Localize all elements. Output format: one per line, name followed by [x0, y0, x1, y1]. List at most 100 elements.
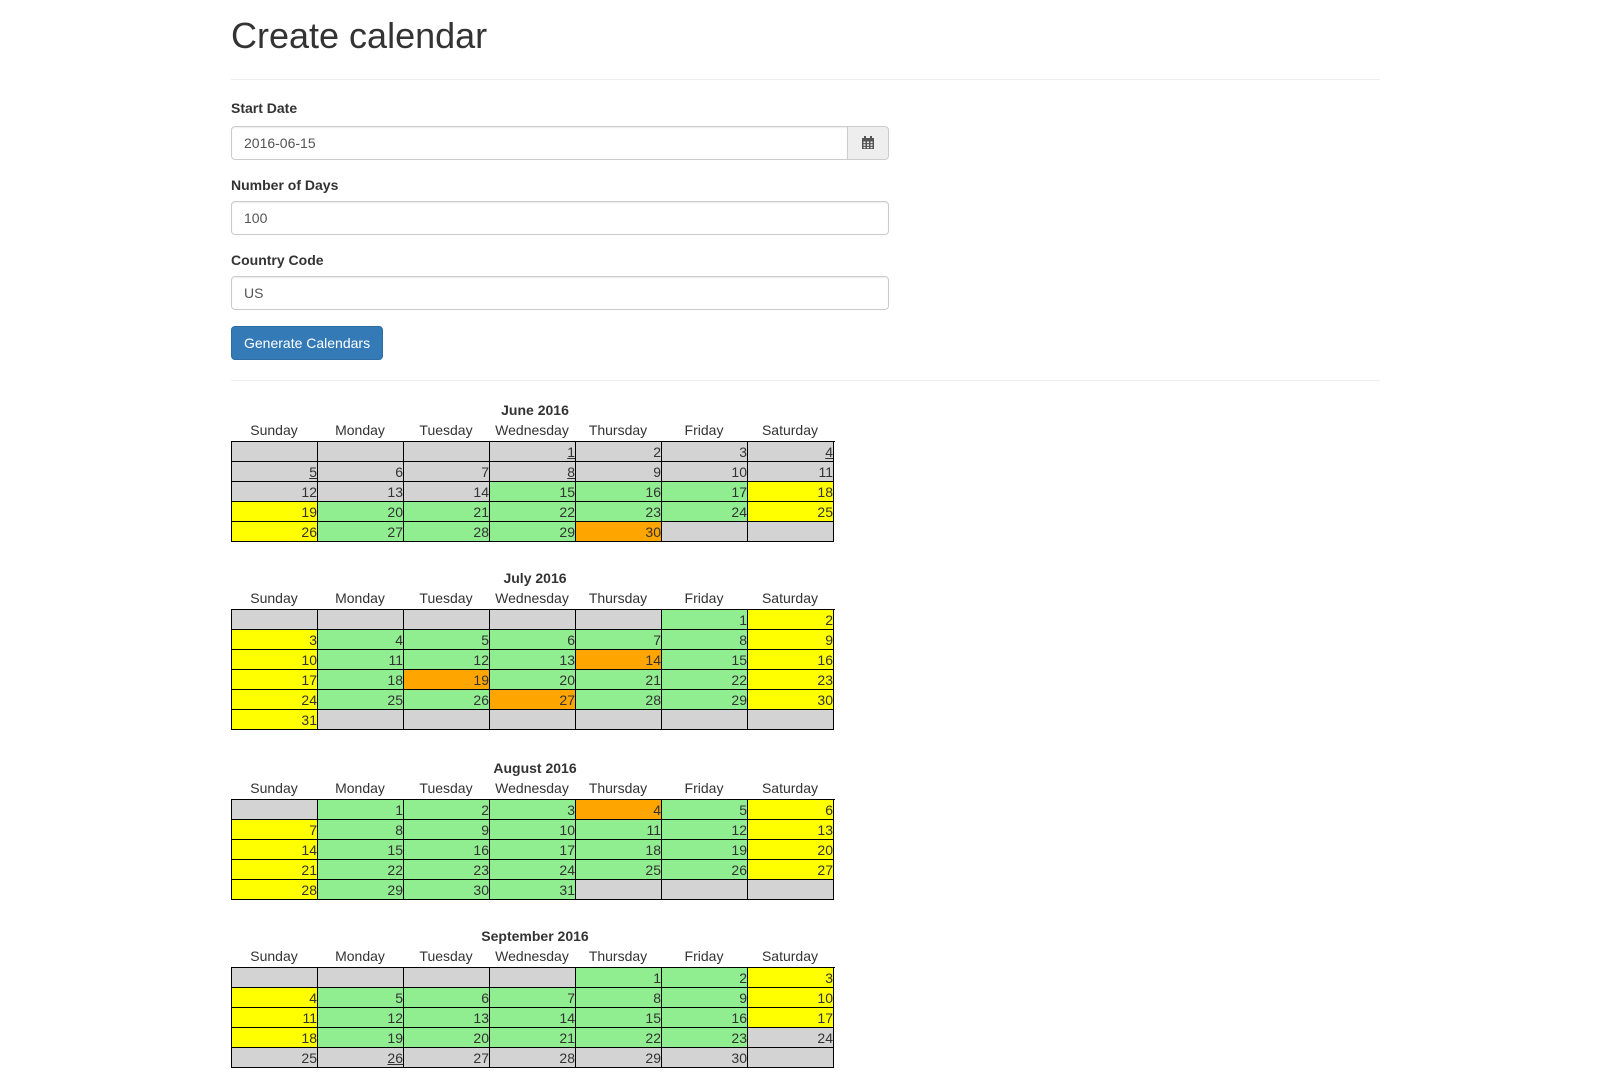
day-cell: 27 [490, 690, 576, 710]
calendar-picker-button[interactable] [847, 126, 889, 160]
start-date-input[interactable] [231, 126, 848, 160]
day-cell: 10 [748, 988, 834, 1008]
divider [231, 380, 1380, 381]
weekday-label: Thursday [588, 780, 648, 796]
day-cell: 8 [318, 820, 404, 840]
day-cell: 4 [232, 988, 318, 1008]
day-cell: 22 [576, 1028, 662, 1048]
day-cell: 15 [490, 482, 576, 502]
day-cell: 21 [404, 502, 490, 522]
day-cell: 11 [748, 462, 834, 482]
empty-day-cell [662, 710, 748, 730]
day-cell: 17 [748, 1008, 834, 1028]
day-cell: 11 [232, 1008, 318, 1028]
empty-day-cell [490, 968, 576, 988]
day-cell: 30 [748, 690, 834, 710]
day-cell: 16 [576, 482, 662, 502]
weekday-label: Saturday [761, 422, 819, 438]
empty-day-cell [576, 610, 662, 630]
day-cell: 28 [490, 1048, 576, 1068]
day-cell: 17 [232, 670, 318, 690]
day-cell: 6 [318, 462, 404, 482]
weekday-label: Saturday [761, 948, 819, 964]
empty-day-cell [490, 710, 576, 730]
start-date-label: Start Date [231, 100, 298, 116]
empty-day-cell [662, 880, 748, 900]
day-cell: 13 [748, 820, 834, 840]
weekday-label: Monday [335, 948, 385, 964]
weekday-label: Friday [684, 422, 724, 438]
day-cell: 31 [232, 710, 318, 730]
day-cell: 16 [404, 840, 490, 860]
day-cell: 23 [748, 670, 834, 690]
weekday-label: Wednesday [495, 948, 569, 964]
number-of-days-input[interactable] [231, 201, 889, 235]
day-cell: 25 [232, 1048, 318, 1068]
day-cell: 15 [318, 840, 404, 860]
generate-calendars-button[interactable]: Generate Calendars [231, 326, 384, 360]
page-title: Create calendar [231, 15, 488, 56]
weekday-label: Saturday [761, 590, 819, 606]
day-cell: 23 [576, 502, 662, 522]
month-calendar: September 2016 Sunday Monday Tuesday Wednesd… [231, 926, 839, 1068]
day-cell: 5 [404, 630, 490, 650]
day-cell: 29 [490, 522, 576, 542]
day-cell: 9 [662, 988, 748, 1008]
empty-day-cell [404, 968, 490, 988]
weekday-header: Sunday Monday Tuesday Wednesday Thursday Frid… [231, 778, 839, 799]
day-cell: 25 [748, 502, 834, 522]
month-title: September 2016 [481, 928, 589, 944]
day-cell: 29 [576, 1048, 662, 1068]
calendar-icon [862, 136, 874, 149]
weekday-label: Friday [684, 780, 724, 796]
day-cell: 25 [318, 690, 404, 710]
country-code-input[interactable] [231, 276, 889, 310]
day-cell: 17 [490, 840, 576, 860]
empty-day-cell [318, 610, 404, 630]
day-cell: 18 [232, 1028, 318, 1048]
day-cell: 24 [232, 690, 318, 710]
weekday-label: Tuesday [419, 590, 473, 606]
weekday-label: Monday [335, 422, 385, 438]
weekday-label: Thursday [588, 422, 648, 438]
day-cell: 10 [662, 462, 748, 482]
day-cell: 18 [576, 840, 662, 860]
weekday-label: Sunday [250, 590, 298, 606]
empty-day-cell [318, 710, 404, 730]
day-cell: 25 [576, 860, 662, 880]
day-cell: 21 [576, 670, 662, 690]
day-cell: 28 [404, 522, 490, 542]
day-cell: 19 [232, 502, 318, 522]
weekday-label: Tuesday [419, 780, 473, 796]
weekday-header: Sunday Monday Tuesday Wednesday Thursday Frid… [231, 588, 839, 609]
day-cell: 10 [490, 820, 576, 840]
day-cell: 22 [662, 670, 748, 690]
day-cell: 4 [318, 630, 404, 650]
day-cell: 5 [232, 462, 318, 482]
day-cell: 11 [576, 820, 662, 840]
weekday-label: Wednesday [495, 780, 569, 796]
day-cell: 10 [232, 650, 318, 670]
month-grid: 1 2 3 4 5 6 7 8 9 10 11 12 13 14 15 16 17 18 19 20 21 22 23 24 2… [231, 441, 835, 542]
day-cell: 3 [662, 442, 748, 462]
empty-day-cell [576, 710, 662, 730]
day-cell: 19 [318, 1028, 404, 1048]
day-cell: 15 [576, 1008, 662, 1028]
weekday-label: Monday [335, 590, 385, 606]
day-cell: 15 [662, 650, 748, 670]
empty-day-cell [232, 610, 318, 630]
day-cell: 14 [404, 482, 490, 502]
empty-day-cell [232, 800, 318, 820]
empty-day-cell [748, 710, 834, 730]
day-cell: 20 [748, 840, 834, 860]
day-cell: 16 [748, 650, 834, 670]
day-cell: 1 [318, 800, 404, 820]
month-grid: 1 2 3 4 5 6 7 8 9 10 11 12 13 14 15 16 17 18 19 20 21 22 23 24 2… [231, 609, 835, 730]
day-cell: 7 [232, 820, 318, 840]
day-cell: 2 [662, 968, 748, 988]
day-cell: 27 [748, 860, 834, 880]
month-grid: 1 2 3 4 5 6 7 8 9 10 11 12 13 14 15 16 17 18 19 20 21 22 23 24 2… [231, 967, 835, 1068]
day-cell: 12 [232, 482, 318, 502]
day-cell: 14 [576, 650, 662, 670]
day-cell: 12 [404, 650, 490, 670]
